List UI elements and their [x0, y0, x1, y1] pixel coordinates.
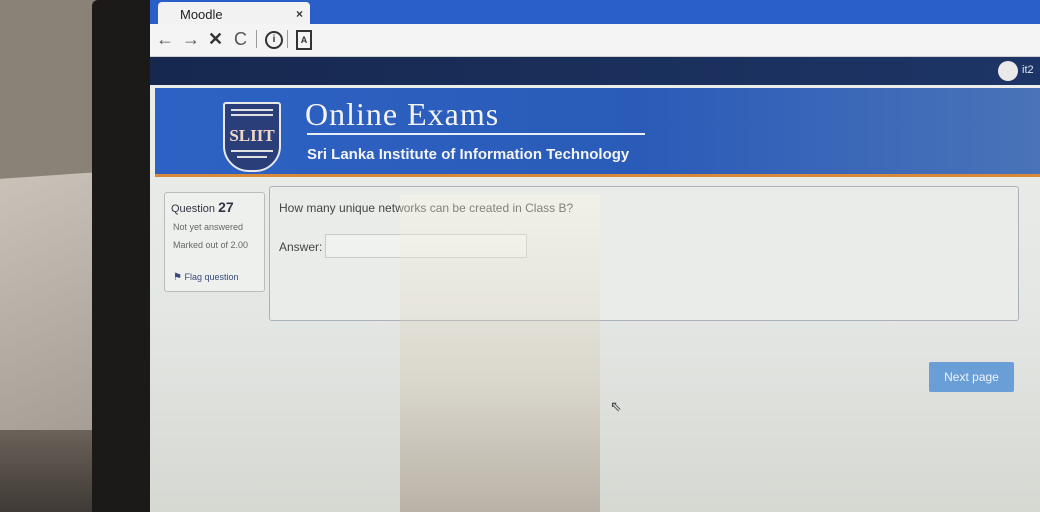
tab-close-button[interactable]: ×: [296, 7, 303, 21]
sliit-logo: SLIIT: [223, 102, 281, 172]
screen: Moodle × ← → ✕ C i A it2 SLIIT Online Ex…: [150, 0, 1040, 512]
site-top-bar: it2: [150, 57, 1040, 85]
site-banner: SLIIT Online Exams Sri Lanka Institute o…: [155, 88, 1040, 177]
answer-input[interactable]: [325, 234, 527, 258]
browser-tab-strip: Moodle ×: [150, 0, 1040, 24]
question-number-row: Question 27: [171, 199, 234, 215]
stop-button[interactable]: ✕: [208, 29, 223, 49]
logo-stripe: [231, 150, 273, 152]
question-text: How many unique networks can be created …: [279, 201, 574, 215]
banner-divider: [307, 133, 645, 135]
toolbar-divider: [256, 30, 257, 48]
user-menu-label[interactable]: it2: [1022, 64, 1034, 76]
logo-stripe: [237, 156, 267, 158]
browser-toolbar: ← → ✕ C i A: [150, 24, 1040, 57]
answer-label: Answer:: [279, 240, 323, 254]
back-button[interactable]: ←: [156, 29, 174, 49]
forward-button[interactable]: →: [182, 29, 200, 49]
reload-button[interactable]: C: [234, 29, 247, 49]
flag-question-link[interactable]: ⚑ Flag question: [173, 272, 239, 283]
question-grade: Marked out of 2.00: [173, 240, 249, 250]
banner-subtitle: Sri Lanka Institute of Information Techn…: [307, 146, 630, 163]
flag-question-label: Flag question: [184, 272, 239, 282]
user-avatar[interactable]: [998, 61, 1018, 81]
toolbar-divider: [287, 30, 288, 48]
question-content-box: How many unique networks can be created …: [269, 186, 1019, 321]
mouse-cursor-icon: ⇖: [610, 398, 622, 414]
browser-tab[interactable]: Moodle ×: [158, 2, 310, 24]
reader-mode-icon[interactable]: A: [296, 30, 312, 50]
question-label: Question: [171, 203, 216, 215]
logo-stripe: [231, 114, 273, 116]
logo-stripe: [231, 109, 273, 111]
logo-text: SLIIT: [229, 126, 275, 145]
question-number: 27: [218, 199, 234, 215]
question-state: Not yet answered: [173, 222, 244, 232]
next-page-button[interactable]: Next page: [929, 362, 1014, 392]
banner-title: Online Exams: [305, 96, 500, 132]
flag-icon: ⚑: [173, 272, 182, 283]
site-info-icon[interactable]: i: [265, 31, 283, 49]
tab-title: Moodle: [180, 7, 223, 22]
question-info-box: Question 27 Not yet answered Marked out …: [164, 192, 265, 292]
